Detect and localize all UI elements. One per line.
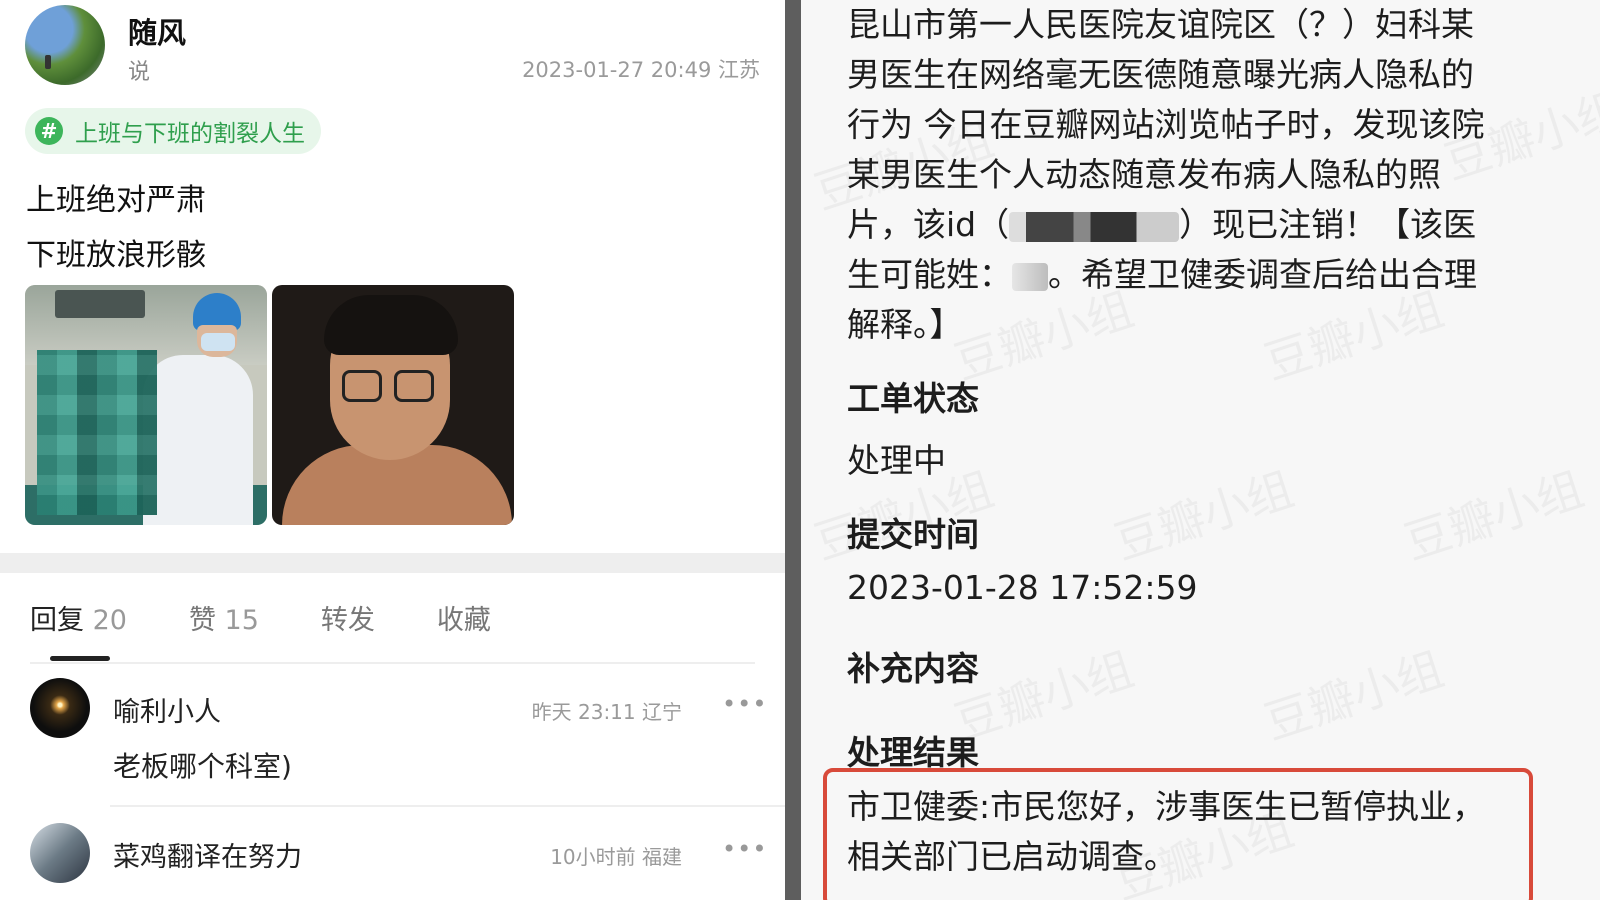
complaint-line: 生可能姓： 。希望卫健委调查后给出合理 [847, 255, 1477, 294]
tab-reposts[interactable]: 转发 [321, 598, 375, 640]
redacted-name [1012, 262, 1048, 291]
complaint-line: 解释。】 [847, 305, 963, 344]
comment-author[interactable]: 菜鸡翻译在努力 [113, 835, 302, 874]
watermark: 豆瓣小组 [1395, 453, 1590, 573]
watermark: 豆瓣小组 [1105, 453, 1300, 573]
tab-likes[interactable]: 赞 15 [189, 598, 259, 640]
submit-time-label: 提交时间 [847, 515, 979, 554]
complaint-line: 男医生在网络毫无医德随意曝光病人隐私的 [847, 55, 1474, 94]
result-label: 处理结果 [847, 733, 979, 772]
complaint-body: 昆山市第一人民医院友谊院区（？）妇科某 男医生在网络毫无医德随意曝光病人隐私的 … [847, 0, 1547, 350]
post-type-label: 说 [128, 60, 151, 85]
tab-divider [30, 662, 755, 664]
comment-author[interactable]: 喻利小人 [113, 690, 221, 729]
more-options-icon[interactable]: ••• [722, 835, 767, 863]
comment-avatar[interactable] [30, 823, 90, 883]
tab-favorites[interactable]: 收藏 [437, 598, 491, 640]
comment-text: 老板哪个科室) [113, 750, 292, 783]
comment-meta: 10小时前 福建 [550, 845, 682, 869]
author-name[interactable]: 随风 [128, 10, 186, 52]
comment-divider [110, 805, 785, 807]
post-location: 江苏 [718, 58, 760, 82]
complaint-line: 某男医生个人动态随意发布病人隐私的照 [847, 155, 1441, 194]
complaint-line: 行为 今日在豆瓣网站浏览帖子时，发现该院 [847, 105, 1485, 144]
result-line: 相关部门已启动调查。 [847, 837, 1177, 876]
post-photo-portrait[interactable] [272, 285, 514, 525]
tab-replies[interactable]: 回复 20 [30, 598, 127, 640]
post-meta: 2023-01-27 20:49 江苏 [522, 54, 760, 84]
complaint-ticket-panel: 豆瓣小组 豆瓣小组 豆瓣小组 豆瓣小组 豆瓣小组 豆瓣小组 豆瓣小组 豆瓣小组 … [801, 0, 1600, 900]
topic-tag[interactable]: # 上班与下班的割裂人生 [25, 108, 321, 154]
more-options-icon[interactable]: ••• [722, 690, 767, 718]
social-post-panel: 随风 说 2023-01-27 20:49 江苏 # 上班与下班的割裂人生 上班… [0, 0, 800, 900]
redacted-id [1009, 211, 1180, 242]
status-value: 处理中 [847, 441, 946, 480]
interaction-tabs: 回复 20 赞 15 转发 收藏 [30, 598, 553, 640]
watermark: 豆瓣小组 [1255, 633, 1450, 753]
post-text-line: 下班放浪形骸 [26, 238, 206, 273]
post-text-line: 上班绝对严肃 [26, 183, 206, 218]
status-label: 工单状态 [847, 379, 979, 418]
topic-label: 上班与下班的割裂人生 [75, 121, 305, 147]
comment-meta: 昨天 23:11 辽宁 [531, 700, 682, 724]
panel-divider [785, 0, 801, 900]
section-divider [0, 553, 785, 573]
active-tab-indicator [50, 656, 110, 661]
comment-avatar[interactable] [30, 678, 90, 738]
post-timestamp: 2023-01-27 20:49 [522, 58, 712, 82]
author-avatar[interactable] [25, 5, 105, 85]
result-text: 市卫健委:市民您好，涉事医生已暂停执业， 相关部门已启动调查。 [847, 782, 1547, 882]
submit-time-value: 2023-01-28 17:52:59 [847, 568, 1198, 607]
complaint-line: 片，该id（ ）现已注销！【该医 [847, 205, 1477, 244]
result-line: 市卫健委:市民您好，涉事医生已暂停执业， [847, 787, 1486, 826]
hashtag-icon: # [35, 117, 63, 145]
post-photo-hospital[interactable] [25, 285, 267, 525]
supplement-label: 补充内容 [847, 649, 979, 688]
complaint-line: 昆山市第一人民医院友谊院区（？）妇科某 [847, 5, 1474, 44]
